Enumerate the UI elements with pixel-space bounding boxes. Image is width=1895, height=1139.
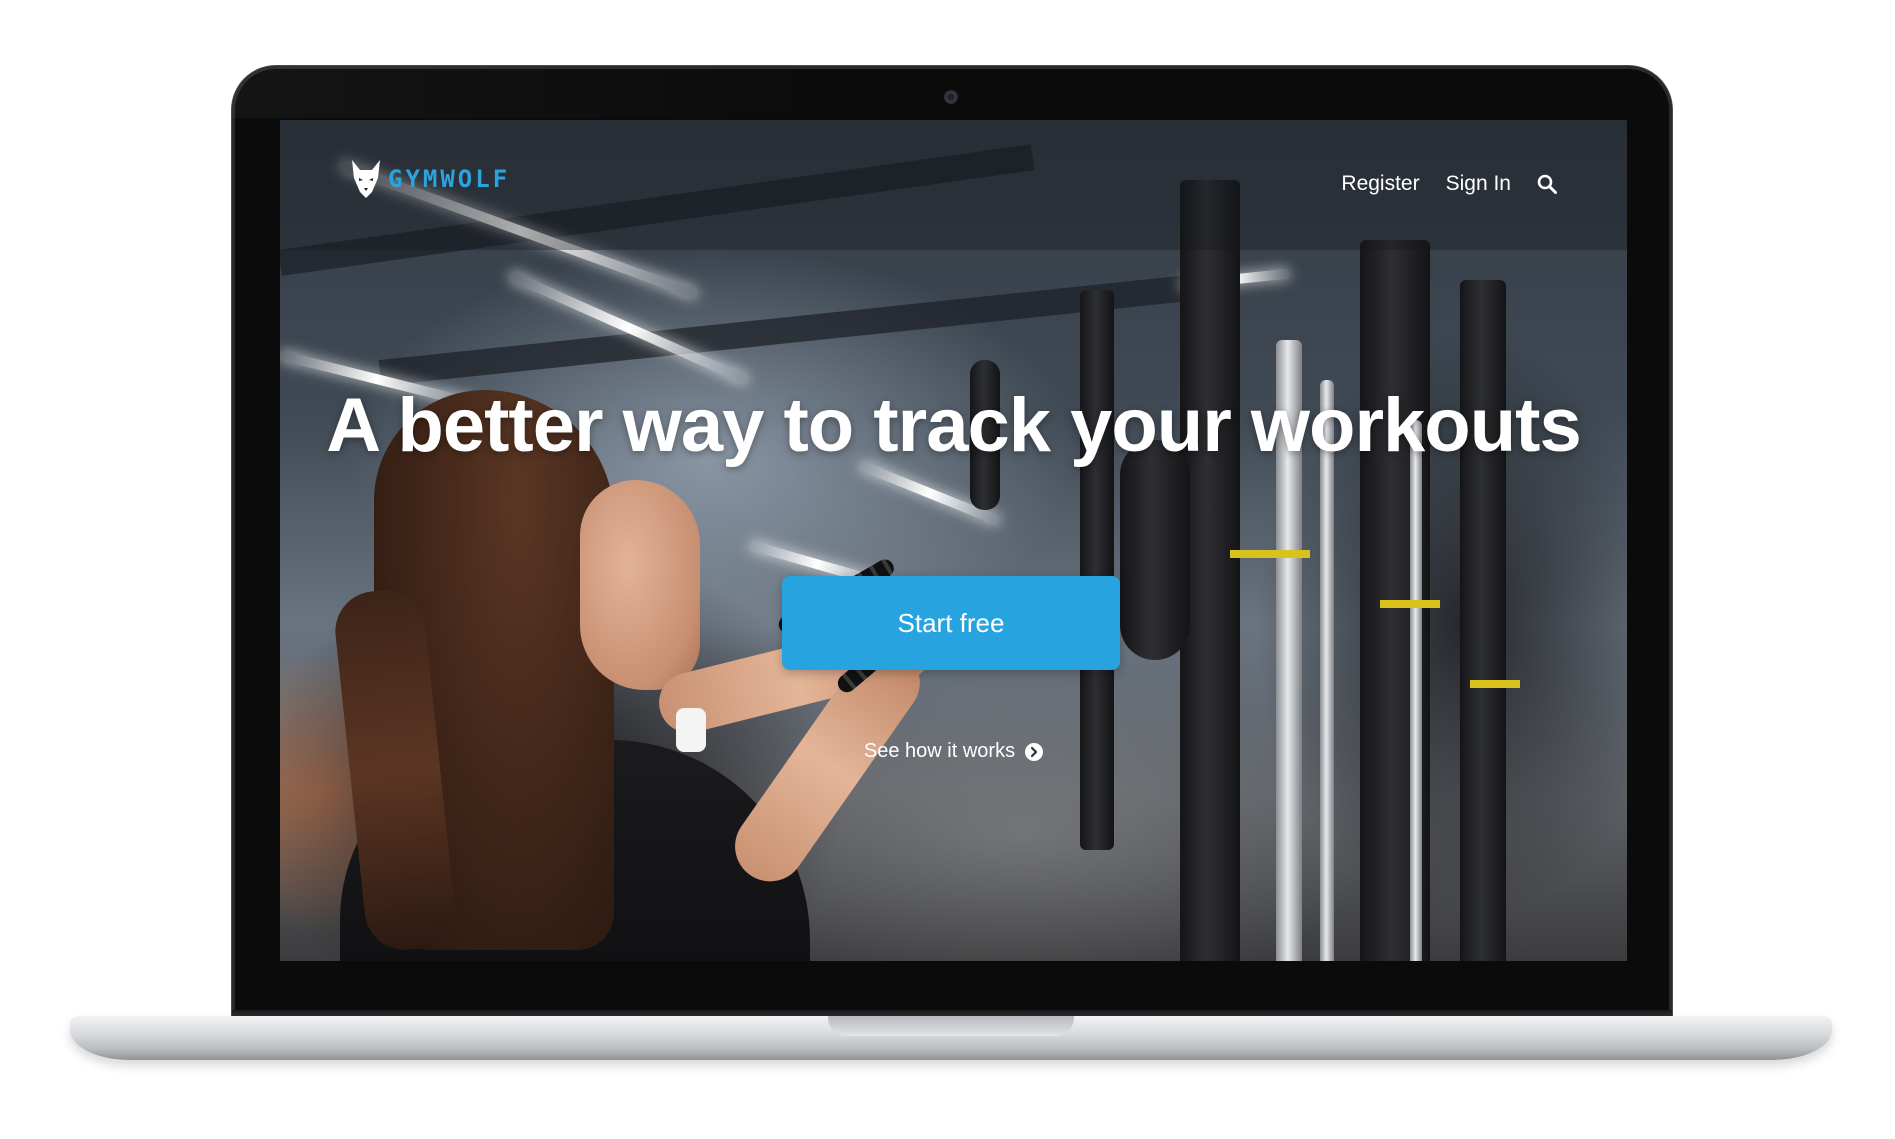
weight-plate [1120, 440, 1190, 660]
rack-marker [1470, 680, 1520, 688]
rack-marker [1380, 600, 1440, 608]
rack-pillar [1410, 420, 1422, 961]
brand-name: GYMWOLF [388, 165, 511, 193]
start-free-button[interactable]: Start free [782, 576, 1120, 670]
person-face [580, 480, 700, 690]
search-icon[interactable] [1537, 174, 1557, 194]
webcam-icon [946, 92, 956, 102]
nav-links: Register Sign In [1341, 172, 1557, 196]
signin-link[interactable]: Sign In [1446, 172, 1511, 196]
see-how-it-works-link[interactable]: See how it works [280, 740, 1627, 763]
laptop-mockup: GYMWOLF Register Sign In A better way to… [0, 0, 1895, 1139]
laptop-opening-notch [828, 1016, 1074, 1036]
rack-marker [1230, 550, 1310, 558]
rack-pillar [1080, 290, 1114, 850]
brand-logo[interactable]: GYMWOLF [350, 158, 510, 200]
browser-screen: GYMWOLF Register Sign In A better way to… [280, 120, 1627, 961]
wolf-head-icon [352, 160, 380, 198]
chevron-right-circle-icon [1025, 742, 1044, 761]
see-how-it-works-label: See how it works [863, 740, 1016, 762]
register-link[interactable]: Register [1341, 172, 1419, 196]
hero-title: A better way to track your workouts [326, 383, 1581, 468]
top-navbar: GYMWOLF Register Sign In [280, 120, 1627, 250]
